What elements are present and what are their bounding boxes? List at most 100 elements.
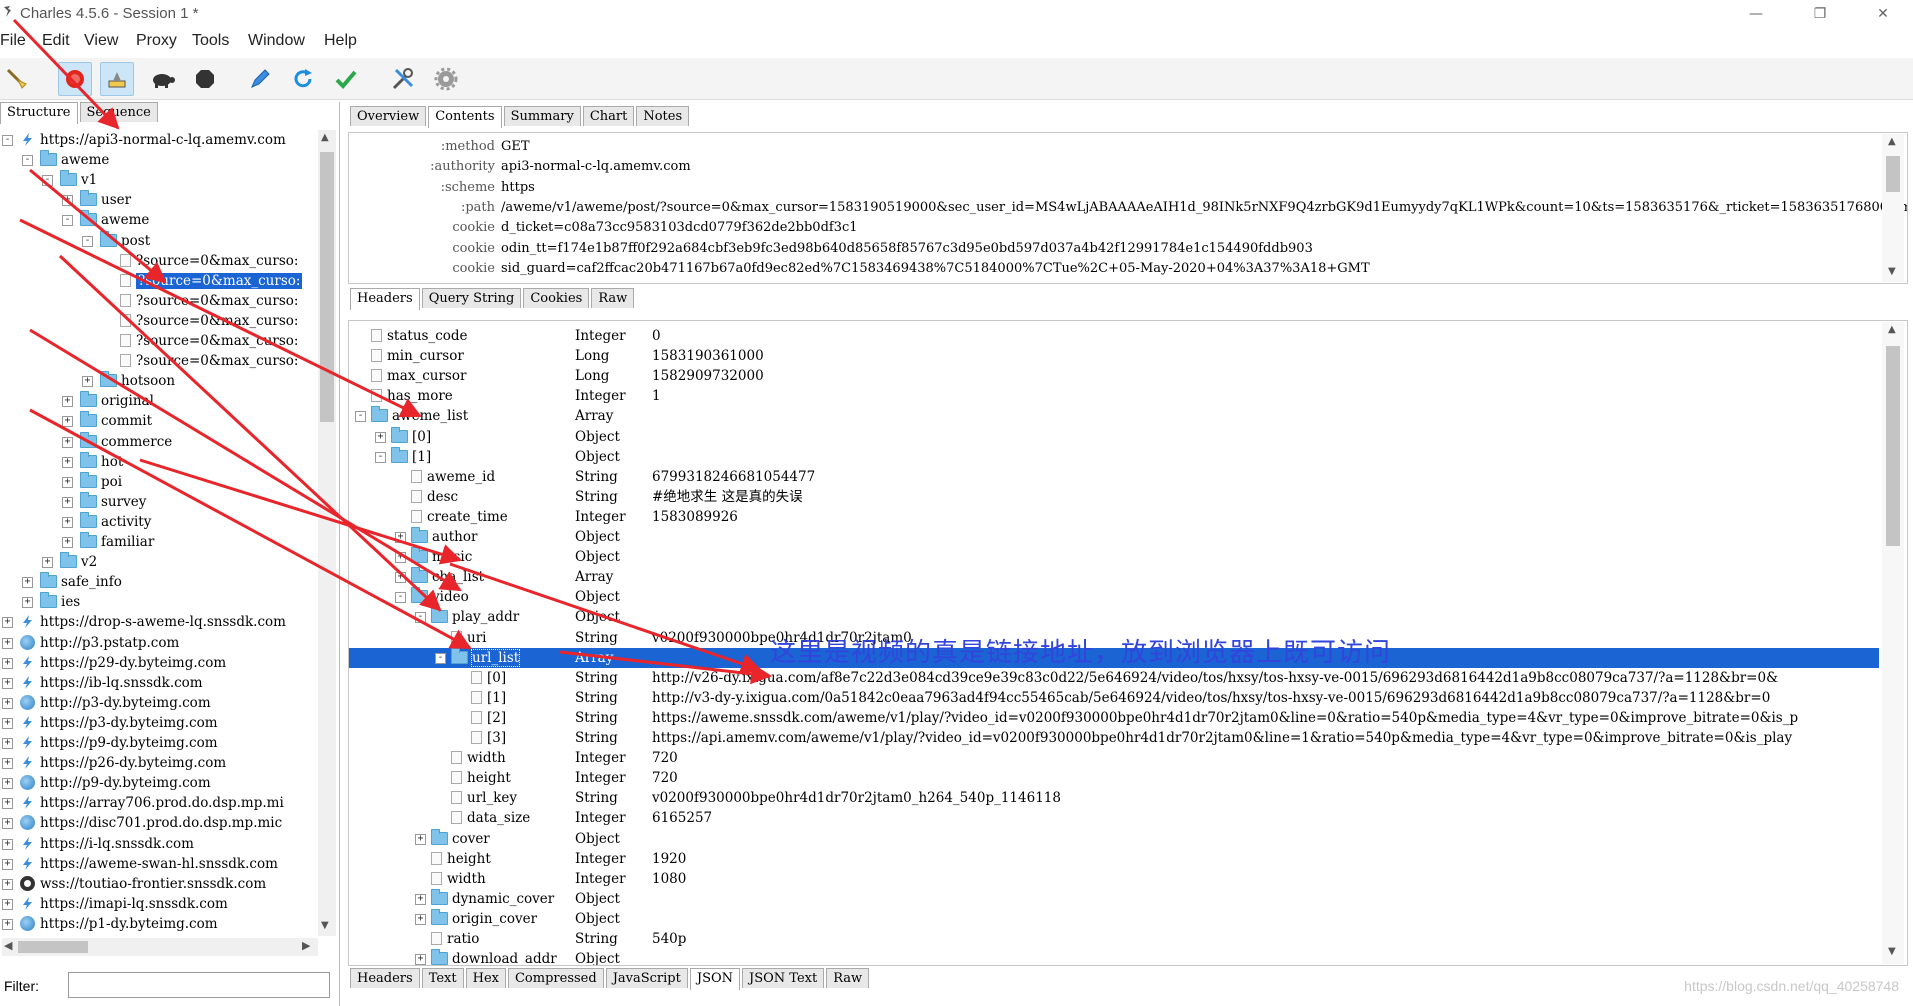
tab-resp-headers[interactable]: Headers [350,968,420,988]
expand-icon[interactable]: + [2,677,13,689]
broom-icon[interactable] [0,62,34,96]
record-icon[interactable] [58,62,92,96]
json-row[interactable]: status_code Integer 0 [349,326,1879,346]
expand-icon[interactable]: + [2,798,13,810]
req-scroll-down-icon[interactable]: ▼ [1888,266,1896,277]
expand-icon[interactable]: + [2,898,13,910]
json-row[interactable]: - video Object [349,587,1879,607]
json-row[interactable]: create_time Integer 1583089926 [349,507,1879,527]
tab-resp-raw[interactable]: Raw [826,968,870,988]
tab-javascript[interactable]: JavaScript [605,968,688,988]
expand-icon[interactable]: + [395,572,406,584]
menu-tools[interactable]: Tools [192,32,229,50]
expand-icon[interactable]: + [42,557,53,569]
json-row[interactable]: aweme_id String 6799318246681054477 [349,467,1879,487]
collapse-icon[interactable]: - [22,155,33,167]
expand-icon[interactable]: + [2,697,13,709]
json-row[interactable]: + [0] Object [349,426,1879,447]
expand-icon[interactable]: + [62,195,73,207]
expand-icon[interactable]: + [62,476,73,488]
expand-icon[interactable]: + [62,396,73,408]
tools-icon[interactable] [386,62,420,96]
expand-icon[interactable]: + [2,858,13,870]
expand-icon[interactable]: + [2,617,13,629]
expand-icon[interactable]: + [62,436,73,448]
expand-icon[interactable]: + [22,597,33,609]
tree-scroll-thumb[interactable] [320,152,334,422]
menu-proxy[interactable]: Proxy [136,32,177,50]
menu-window[interactable]: Window [248,32,305,50]
json-row[interactable]: + author Object [349,527,1879,547]
expand-icon[interactable]: + [22,577,33,589]
json-row[interactable]: max_cursor Long 1582909732000 [349,366,1879,386]
expand-icon[interactable]: + [2,878,13,890]
tree-scrollbar[interactable]: ▲ ▼ [318,130,336,936]
collapse-icon[interactable]: - [62,215,73,227]
tab-cookies[interactable]: Cookies [523,288,590,308]
json-row[interactable]: + download_addr Object [349,949,1879,965]
expand-icon[interactable]: + [415,833,426,845]
collapse-icon[interactable]: - [435,652,446,664]
json-row[interactable]: [3] String https://api.amemv.com/aweme/v1/… [349,728,1879,748]
expand-icon[interactable]: + [2,637,13,649]
json-row[interactable]: + dynamic_cover Object [349,888,1879,909]
pen-icon[interactable] [243,62,277,96]
expand-icon[interactable]: + [2,918,13,930]
json-row[interactable]: [1] String http://v3-dy-y.ixigua.com/0a518… [349,688,1879,708]
collapse-icon[interactable]: - [82,235,93,247]
tab-req-raw[interactable]: Raw [591,288,635,308]
expand-icon[interactable]: + [375,431,386,443]
scroll-left-icon[interactable]: ◀ [4,939,12,952]
collapse-icon[interactable]: - [395,592,406,604]
expand-icon[interactable]: + [82,376,93,388]
tab-query-string[interactable]: Query String [421,288,522,308]
tab-compressed[interactable]: Compressed [507,968,604,988]
expand-icon[interactable]: + [2,778,13,790]
expand-icon[interactable]: + [2,758,13,770]
json-row[interactable]: height Integer 720 [349,768,1879,788]
req-scroll-up-icon[interactable]: ▲ [1888,136,1896,147]
collapse-icon[interactable]: - [355,411,366,423]
menu-file[interactable]: File [0,32,26,50]
expand-icon[interactable]: + [62,416,73,428]
json-row[interactable]: - play_addr Object [349,607,1879,627]
expand-icon[interactable]: + [62,516,73,528]
maximize-button[interactable]: ❐ [1797,0,1843,28]
expand-icon[interactable]: + [2,717,13,729]
json-row[interactable]: [0] String http://v26-dy.ixigua.com/af8e7c… [349,668,1879,688]
expand-icon[interactable]: + [2,838,13,850]
expand-icon[interactable]: + [62,456,73,468]
menu-help[interactable]: Help [324,32,357,50]
check-icon[interactable] [329,62,363,96]
stop-icon[interactable] [188,62,222,96]
expand-icon[interactable]: + [415,893,426,905]
collapse-icon[interactable]: - [415,612,426,624]
request-scrollbar[interactable]: ▲ ▼ [1882,134,1904,282]
json-row[interactable]: height Integer 1920 [349,849,1879,869]
tree-hscrollbar[interactable]: ◀ ▶ [2,938,318,956]
expand-icon[interactable]: + [2,818,13,830]
json-row[interactable]: data_size Integer 6165257 [349,808,1879,828]
json-row[interactable]: ratio String 540p [349,929,1879,949]
json-row[interactable]: min_cursor Long 1583190361000 [349,346,1879,366]
turtle-icon[interactable] [145,62,179,96]
tab-overview[interactable]: Overview [350,106,427,126]
throttle-icon[interactable] [100,62,134,96]
json-row[interactable]: - [1] Object [349,446,1879,467]
json-scroll-up-icon[interactable]: ▲ [1888,324,1896,335]
menu-view[interactable]: View [84,32,118,50]
json-row[interactable]: url_key String v0200f930000bpe0hr4d1dr70r2… [349,788,1879,808]
refresh-icon[interactable] [286,62,320,96]
json-row[interactable]: width Integer 1080 [349,869,1879,889]
gear-icon[interactable] [429,62,463,96]
tab-structure[interactable]: Structure [0,102,78,124]
expand-icon[interactable]: + [395,552,406,564]
json-scroll-down-icon[interactable]: ▼ [1888,946,1896,957]
filter-input[interactable] [68,972,330,998]
json-row[interactable]: + music Object [349,547,1879,567]
json-row[interactable]: desc String #绝地求生 这是真的失误 [349,487,1879,507]
tab-contents[interactable]: Contents [428,106,502,128]
tab-req-headers[interactable]: Headers [350,288,420,310]
json-row[interactable]: + cover Object [349,828,1879,849]
collapse-icon[interactable]: - [375,451,386,463]
